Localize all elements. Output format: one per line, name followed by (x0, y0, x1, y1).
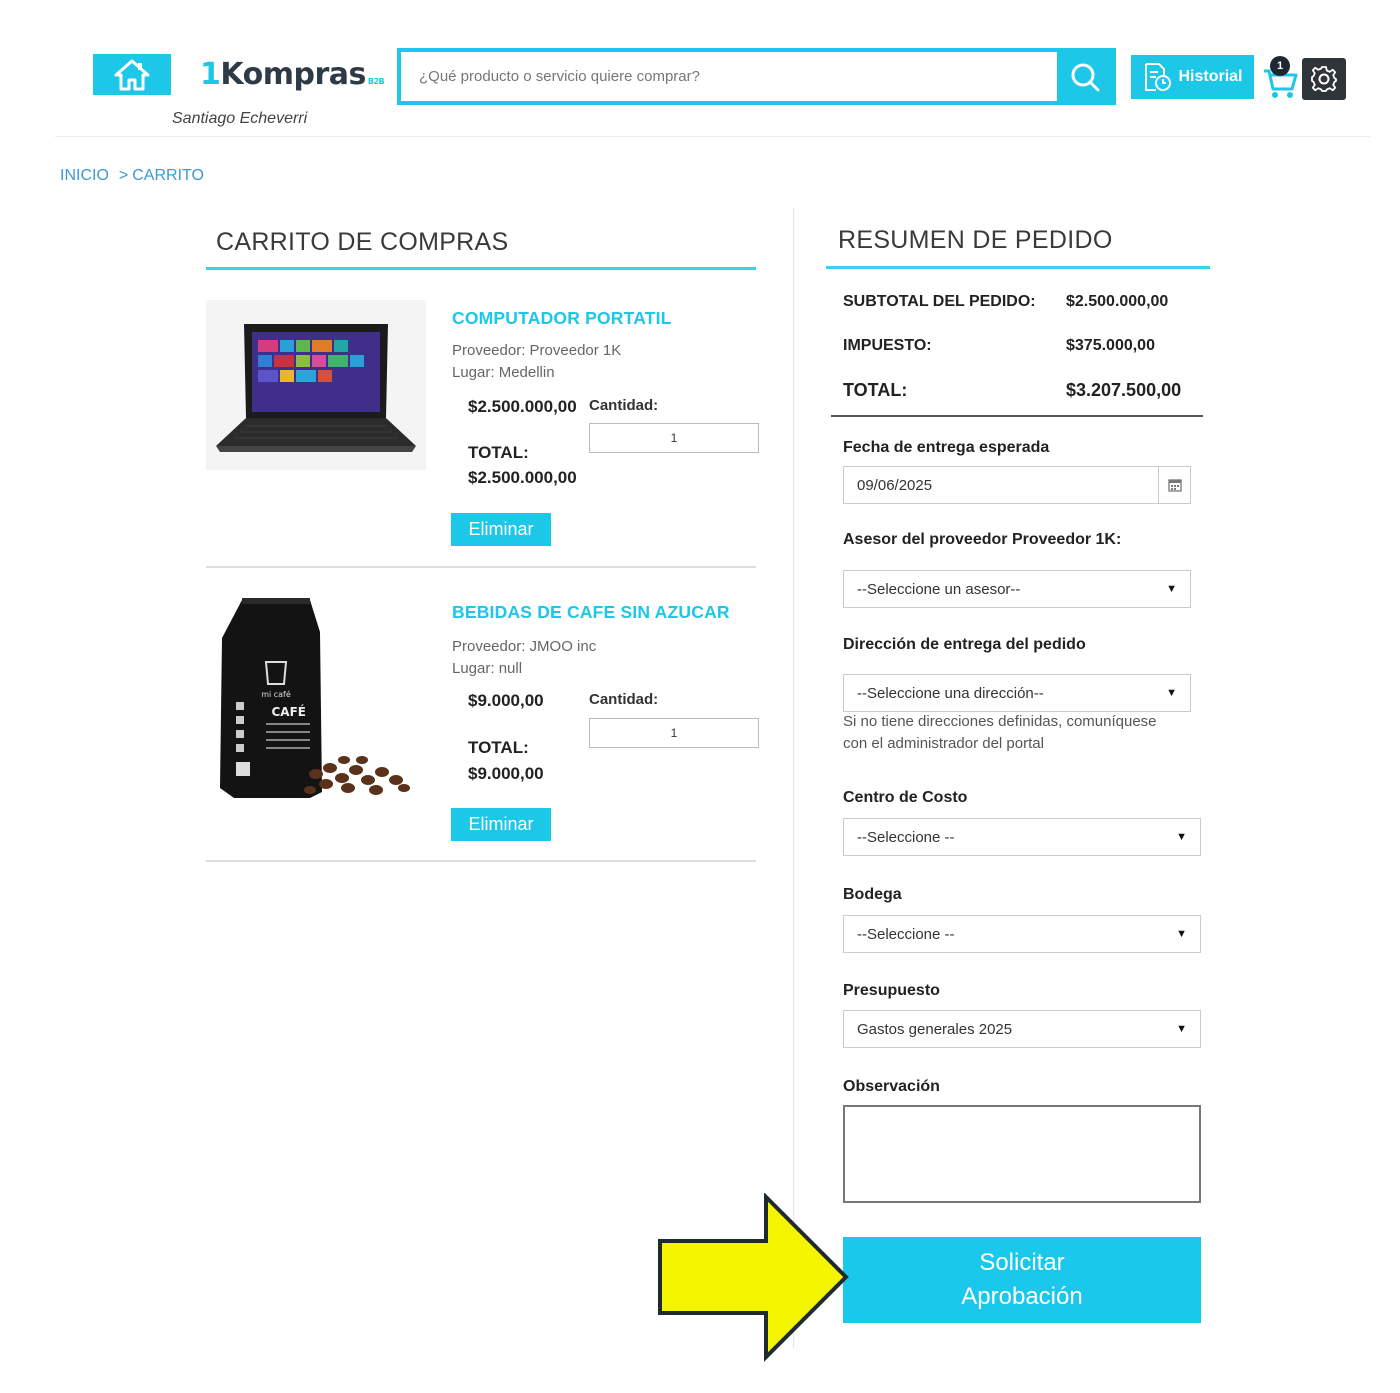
history-icon (1145, 63, 1172, 91)
annotation-arrow-icon (658, 1193, 849, 1362)
breadcrumb: INICIO > CARRITO (60, 167, 204, 185)
product-name[interactable]: COMPUTADOR PORTATIL (452, 308, 672, 329)
item-total-label: TOTAL: (468, 443, 529, 462)
request-approval-button[interactable]: Solicitar Aprobación (843, 1237, 1201, 1323)
cart-title: CARRITO DE COMPRAS (216, 228, 509, 256)
address-help-text: Si no tiene direcciones definidas, comun… (843, 713, 1157, 752)
product-place: Lugar: Medellin (452, 364, 555, 381)
quantity-input[interactable] (589, 718, 759, 748)
history-label: Historial (1178, 68, 1243, 85)
cart-title-underline (206, 267, 756, 270)
advisor-label: Asesor del proveedor Proveedor 1K: (843, 531, 1122, 548)
warehouse-select-value: --Seleccione -- (857, 925, 955, 943)
summary-title-underline (826, 266, 1210, 269)
order-total-label: TOTAL: (843, 380, 908, 400)
search-button[interactable] (1057, 52, 1112, 101)
laptop-product-image (206, 300, 426, 470)
request-approval-label: Solicitar Aprobación (961, 1249, 1083, 1310)
breadcrumb-separator: > (118, 167, 129, 184)
breadcrumb-current: CARRITO (132, 167, 204, 184)
product-name[interactable]: BEBIDAS DE CAFE SIN AZUCAR (452, 602, 730, 623)
gear-icon (1311, 66, 1337, 92)
chevron-down-icon: ▼ (1176, 1023, 1187, 1035)
settings-button[interactable] (1302, 58, 1346, 100)
budget-label: Presupuesto (843, 982, 940, 999)
home-button[interactable] (93, 54, 171, 95)
chevron-down-icon: ▼ (1166, 583, 1177, 595)
product-place: Lugar: null (452, 660, 523, 677)
subtotal-value: $2.500.000,00 (1066, 293, 1169, 310)
item-divider (206, 566, 756, 568)
advisor-select-value: --Seleccione un asesor-- (857, 580, 1021, 598)
svg-text:mi café: mi café (261, 689, 291, 699)
subtotal-label: SUBTOTAL DEL PEDIDO: (843, 293, 1036, 310)
search-bar (397, 48, 1116, 105)
product-price: $2.500.000,00 (468, 397, 577, 416)
observation-label: Observación (843, 1078, 940, 1095)
quantity-label: Cantidad: (589, 691, 659, 708)
summary-divider (831, 415, 1203, 417)
observation-textarea[interactable] (843, 1105, 1201, 1203)
summary-title: RESUMEN DE PEDIDO (838, 226, 1113, 254)
delete-item-button[interactable]: Eliminar (451, 513, 551, 546)
order-total-value: $3.207.500,00 (1066, 380, 1182, 400)
warehouse-select[interactable]: --Seleccione -- ▼ (843, 915, 1201, 953)
header-divider (55, 136, 1370, 137)
budget-select[interactable]: Gastos generales 2025 ▼ (843, 1010, 1201, 1048)
tax-value: $375.000,00 (1066, 337, 1155, 354)
cost-center-select-value: --Seleccione -- (857, 828, 955, 846)
warehouse-label: Bodega (843, 886, 902, 903)
svg-text:CAFÉ: CAFÉ (272, 704, 307, 719)
budget-select-value: Gastos generales 2025 (857, 1020, 1013, 1038)
address-select[interactable]: --Seleccione una dirección-- ▼ (843, 674, 1191, 712)
cart-count-badge: 1 (1270, 56, 1290, 76)
calendar-icon[interactable] (1158, 467, 1190, 503)
search-input[interactable] (401, 52, 1057, 101)
item-total-value: $2.500.000,00 (468, 468, 577, 487)
tax-label: IMPUESTO: (843, 337, 932, 354)
chevron-down-icon: ▼ (1176, 928, 1187, 940)
address-label: Dirección de entrega del pedido (843, 636, 1086, 653)
coffee-product-image: mi café CAFÉ (220, 598, 410, 798)
chevron-down-icon: ▼ (1166, 687, 1177, 699)
history-button[interactable]: Historial (1131, 55, 1254, 99)
search-icon (1071, 63, 1099, 91)
user-name: Santiago Echeverri (172, 110, 308, 127)
column-divider (793, 208, 794, 1348)
item-total-label: TOTAL: (468, 738, 529, 757)
delivery-date-label: Fecha de entrega esperada (843, 439, 1050, 456)
product-provider: Proveedor: JMOO inc (452, 638, 597, 655)
delivery-date-value: 09/06/2025 (857, 476, 933, 494)
breadcrumb-home[interactable]: INICIO (60, 167, 109, 185)
quantity-input[interactable] (589, 423, 759, 453)
advisor-select[interactable]: --Seleccione un asesor-- ▼ (843, 570, 1191, 608)
home-icon (114, 59, 150, 90)
product-price: $9.000,00 (468, 691, 544, 710)
cost-center-select[interactable]: --Seleccione -- ▼ (843, 818, 1201, 856)
chevron-down-icon: ▼ (1176, 831, 1187, 843)
address-select-value: --Seleccione una dirección-- (857, 684, 1044, 702)
app-logo[interactable]: 1Kompras B2B (200, 57, 385, 92)
cost-center-label: Centro de Costo (843, 789, 968, 806)
product-provider: Proveedor: Proveedor 1K (452, 342, 622, 359)
item-total-value: $9.000,00 (468, 764, 544, 783)
quantity-label: Cantidad: (589, 397, 659, 414)
item-divider (206, 860, 756, 862)
delivery-date-field[interactable]: 09/06/2025 (843, 466, 1191, 504)
delete-item-button[interactable]: Eliminar (451, 808, 551, 841)
